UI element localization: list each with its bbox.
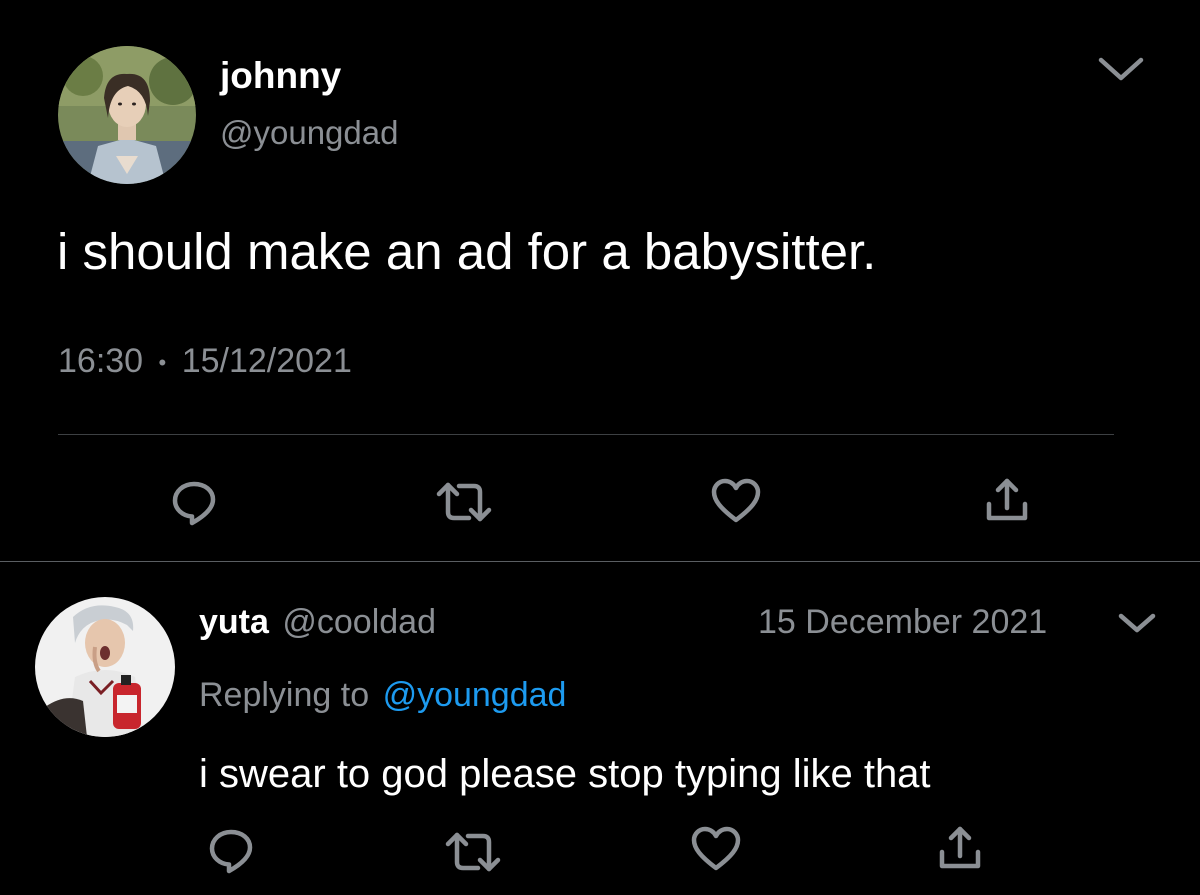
avatar[interactable] (58, 46, 196, 184)
display-name[interactable]: yuta (199, 603, 269, 641)
tweet-date: 15/12/2021 (181, 342, 352, 380)
reply-header: yuta @cooldad (199, 600, 436, 644)
share-icon[interactable] (937, 824, 983, 872)
tweet-text: i should make an ad for a babysitter. (57, 223, 877, 280)
divider (58, 434, 1114, 435)
display-name[interactable]: johnny (220, 54, 341, 98)
like-icon[interactable] (690, 826, 742, 872)
reply-icon[interactable] (170, 478, 218, 526)
replying-to-label: Replying to (199, 676, 370, 714)
retweet-icon[interactable] (435, 480, 493, 524)
avatar[interactable] (35, 597, 175, 737)
chevron-down-icon[interactable] (1097, 54, 1145, 84)
retweet-icon[interactable] (444, 830, 502, 874)
handle[interactable]: @youngdad (220, 112, 398, 154)
handle[interactable]: @cooldad (282, 603, 436, 641)
reply-icon[interactable] (207, 826, 255, 874)
tweet-separator (0, 561, 1200, 562)
like-icon[interactable] (710, 478, 762, 524)
timestamp-separator: • (158, 350, 167, 376)
chevron-down-icon[interactable] (1117, 610, 1157, 636)
reply-text: i swear to god please stop typing like t… (199, 752, 931, 796)
replying-to: Replying to @youngdad (199, 673, 566, 717)
replying-to-handle[interactable]: @youngdad (383, 676, 567, 714)
tweet-time: 16:30 (58, 342, 144, 380)
share-icon[interactable] (984, 476, 1030, 524)
tweet-timestamp[interactable]: 16:30 • 15/12/2021 (58, 339, 352, 385)
reply-date[interactable]: 15 December 2021 (758, 600, 1047, 644)
